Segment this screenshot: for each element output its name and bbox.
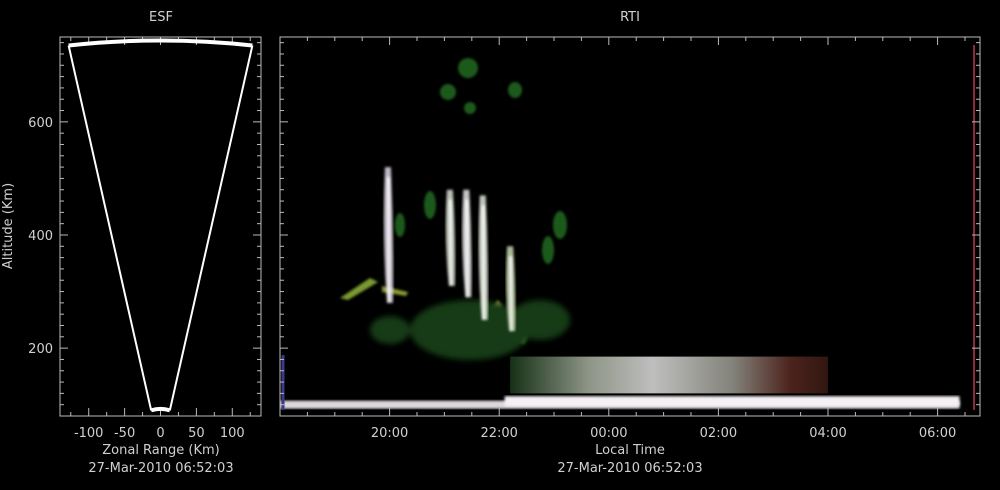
rti-x-tick-label: 22:00 [480, 426, 517, 441]
rti-x-axis-label: Local Time [595, 443, 665, 458]
esf-y-tick-label: 600 [28, 116, 53, 131]
esf-y-axis-label: Altitude (Km) [1, 183, 16, 269]
esf-title: ESF [149, 10, 173, 25]
rti-x-tick-label: 20:00 [371, 426, 408, 441]
esf-x-tick-label: 100 [220, 426, 245, 441]
esf-plot-frame [59, 36, 262, 417]
rti-x-tick-label: 00:00 [590, 426, 627, 441]
rti-x-tick-label: 04:00 [809, 426, 846, 441]
esf-x-tick-label: 0 [156, 426, 164, 441]
rti-bottom-layer-bright [504, 396, 960, 407]
chart-canvas: ESF -100 -50 0 50 100 200 400 600 Altitude (Km)… [1, 10, 981, 476]
rti-title: RTI [620, 10, 640, 25]
esf-y-tick-label: 400 [28, 229, 53, 244]
esf-x-axis-label: Zonal Range (Km) [102, 443, 219, 458]
esf-beam-bottom-arc [150, 406, 171, 413]
rti-x-tick-label: 02:00 [700, 426, 737, 441]
esf-x-tick-label: -50 [114, 426, 135, 441]
rti-x-tick-label: 06:00 [919, 426, 956, 441]
rti-panel: RTI 20:00 22:00 00:00 02:00 04:00 06:00 … [279, 10, 981, 476]
esf-panel: ESF -100 -50 0 50 100 200 400 600 Altitude (Km)… [1, 10, 262, 476]
rti-timestamp: 27-Mar-2010 06:52:03 [557, 461, 702, 476]
esf-y-tick-label: 200 [28, 342, 53, 357]
rti-valley-layer [510, 356, 828, 394]
esf-x-tick-label: 50 [188, 426, 205, 441]
esf-x-tick-label: -100 [74, 426, 104, 441]
esf-timestamp: 27-Mar-2010 06:52:03 [88, 461, 233, 476]
